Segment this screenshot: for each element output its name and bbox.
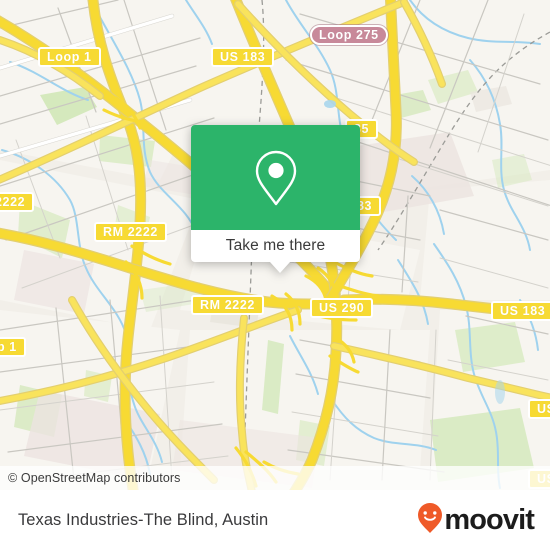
- road-shield-rm-2222-left-edge[interactable]: 2222: [0, 192, 35, 212]
- moovit-logo[interactable]: moovit: [417, 502, 535, 539]
- moovit-wordmark: moovit: [444, 503, 535, 536]
- road-shield-us-183-top[interactable]: US 183: [211, 47, 275, 67]
- road-shield-loop-1-top[interactable]: Loop 1: [38, 47, 101, 67]
- popup-header: [191, 125, 360, 230]
- road-shield-us-183-right[interactable]: US 183: [491, 301, 550, 321]
- attribution-text: © OpenStreetMap contributors: [8, 471, 181, 485]
- shield-label: US 183: [220, 49, 266, 64]
- map-screenshot: .base { fill:#f2efe9; } .land { fill:#f7…: [0, 0, 550, 550]
- shield-label: Loop 1: [47, 49, 92, 64]
- map-attribution: © OpenStreetMap contributors: [0, 466, 550, 490]
- moovit-pin-icon: [417, 502, 443, 539]
- take-me-there-label: Take me there: [225, 237, 326, 254]
- popup-pointer-tail: [270, 262, 290, 273]
- popup-action-bar[interactable]: Take me there: [191, 230, 360, 262]
- road-shield-us-right-upper[interactable]: US: [528, 399, 550, 419]
- shield-label: p 1: [0, 339, 17, 354]
- road-shield-loop-1-left-edge[interactable]: p 1: [0, 337, 26, 357]
- shield-label: RM 2222: [200, 297, 255, 312]
- map-canvas[interactable]: .base { fill:#f2efe9; } .land { fill:#f7…: [0, 0, 550, 490]
- road-shield-loop-275[interactable]: Loop 275: [310, 25, 388, 45]
- shield-label: 2222: [0, 194, 26, 209]
- shield-label: US 290: [319, 300, 365, 315]
- shield-label: Loop 275: [319, 27, 379, 42]
- shield-label: US: [537, 401, 550, 416]
- location-popup-card[interactable]: Take me there: [191, 125, 360, 273]
- road-shield-rm-2222-mid[interactable]: RM 2222: [94, 222, 167, 242]
- page-title: Texas Industries-The Blind, Austin: [18, 510, 269, 529]
- road-shield-us-290[interactable]: US 290: [310, 298, 374, 318]
- map-pin-icon: [253, 149, 299, 207]
- footer-bar: Texas Industries-The Blind, Austin moovi…: [0, 490, 550, 550]
- shield-label: US 183: [500, 303, 546, 318]
- road-shield-rm-2222-bottom[interactable]: RM 2222: [191, 295, 264, 315]
- shield-label: RM 2222: [103, 224, 158, 239]
